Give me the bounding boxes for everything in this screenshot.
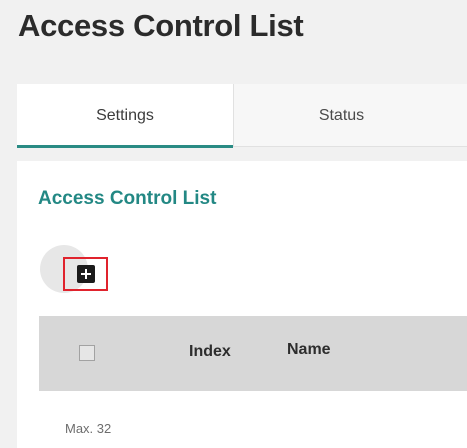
max-entries-note: Max. 32 bbox=[65, 421, 112, 436]
tab-status[interactable]: Status bbox=[233, 84, 449, 147]
add-button[interactable] bbox=[63, 257, 108, 291]
tab-settings[interactable]: Settings bbox=[17, 84, 233, 148]
column-header-index[interactable]: Index bbox=[189, 343, 231, 361]
select-all-checkbox[interactable] bbox=[79, 345, 95, 361]
acl-card: Access Control List Index Name Max. 32 bbox=[17, 161, 467, 448]
table-header: Index Name bbox=[39, 316, 467, 391]
plus-square-icon bbox=[76, 265, 95, 283]
column-header-name[interactable]: Name bbox=[287, 341, 331, 359]
tab-bar: Settings Status bbox=[17, 84, 467, 148]
page-title: Access Control List bbox=[18, 8, 304, 43]
section-title: Access Control List bbox=[38, 188, 217, 209]
